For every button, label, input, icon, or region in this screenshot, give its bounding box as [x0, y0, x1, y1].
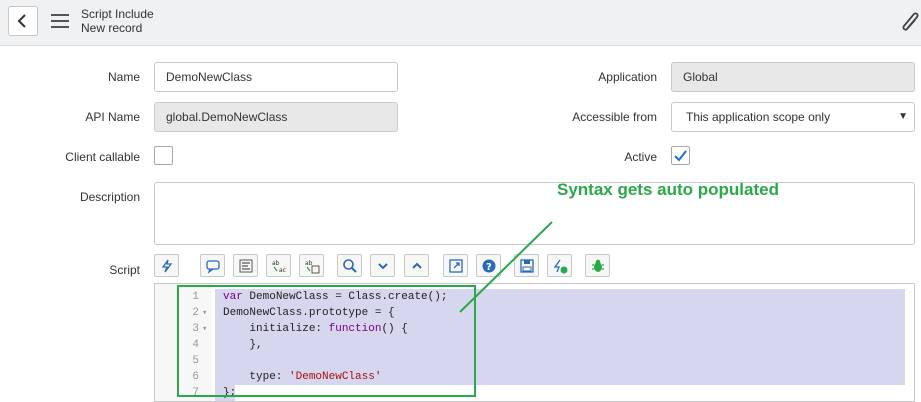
- bug-icon: [592, 259, 604, 272]
- annotation-text: Syntax gets auto populated: [557, 180, 779, 199]
- chevron-up-icon: [412, 262, 422, 269]
- syntax-toggle-icon: [161, 259, 173, 273]
- save-icon: [520, 259, 534, 273]
- script-label: Script: [109, 263, 140, 277]
- svg-text:ac: ac: [279, 267, 286, 274]
- format-icon: [239, 259, 253, 273]
- toggle-syntax-button[interactable]: [154, 254, 179, 277]
- help-icon: ?: [482, 259, 496, 273]
- save-button[interactable]: [514, 254, 539, 277]
- header-subtitle: New record: [81, 21, 143, 35]
- active-label: Active: [624, 150, 657, 164]
- paperclip-icon[interactable]: [902, 12, 920, 32]
- check-icon: [674, 150, 687, 162]
- form-header: Script Include New record: [0, 0, 921, 46]
- client-callable-label: Client callable: [65, 150, 140, 164]
- script-check-icon: [553, 259, 568, 274]
- search-button[interactable]: [337, 254, 362, 277]
- application-label: Application: [598, 70, 657, 84]
- application-field: Global: [671, 62, 915, 92]
- client-callable-checkbox[interactable]: [154, 146, 173, 165]
- accessible-from-label: Accessible from: [572, 110, 657, 124]
- accessible-from-select[interactable]: This application scope only ▼: [671, 102, 915, 132]
- replace-all-button[interactable]: ab: [299, 254, 324, 277]
- header-title: Script Include: [81, 7, 154, 21]
- comment-icon: [206, 260, 220, 274]
- replace-button[interactable]: ab ac: [266, 254, 291, 277]
- hamburger-menu-icon[interactable]: [51, 14, 69, 28]
- debug-button[interactable]: [585, 254, 610, 277]
- svg-text:ab: ab: [305, 260, 313, 267]
- accessible-from-value: This application scope only: [686, 110, 831, 124]
- svg-text:ab: ab: [272, 260, 280, 267]
- active-checkbox[interactable]: [671, 146, 690, 165]
- script-debugger-button[interactable]: [547, 254, 572, 277]
- find-previous-button[interactable]: [404, 254, 429, 277]
- name-field[interactable]: DemoNewClass: [154, 62, 398, 92]
- api-name-field: global.DemoNewClass: [154, 102, 398, 132]
- description-textarea[interactable]: [154, 182, 915, 245]
- annotation-highlight-box: [177, 285, 476, 397]
- search-icon: [343, 259, 357, 273]
- dropdown-arrow-icon: ▼: [898, 111, 908, 122]
- svg-text:?: ?: [486, 262, 492, 273]
- help-button[interactable]: ?: [476, 254, 501, 277]
- chevron-down-icon: [378, 263, 388, 270]
- find-next-button[interactable]: [370, 254, 395, 277]
- name-label: Name: [107, 70, 140, 84]
- back-button[interactable]: [8, 6, 38, 36]
- description-label: Description: [79, 190, 140, 204]
- chevron-left-icon: [17, 14, 26, 28]
- fullscreen-button[interactable]: [443, 254, 468, 277]
- format-code-button[interactable]: [233, 254, 258, 277]
- replace-all-icon: ab: [305, 260, 320, 274]
- comment-button[interactable]: [200, 254, 225, 277]
- replace-icon: abac: [272, 260, 286, 274]
- expand-icon: [449, 259, 463, 273]
- api-name-label: API Name: [85, 110, 140, 124]
